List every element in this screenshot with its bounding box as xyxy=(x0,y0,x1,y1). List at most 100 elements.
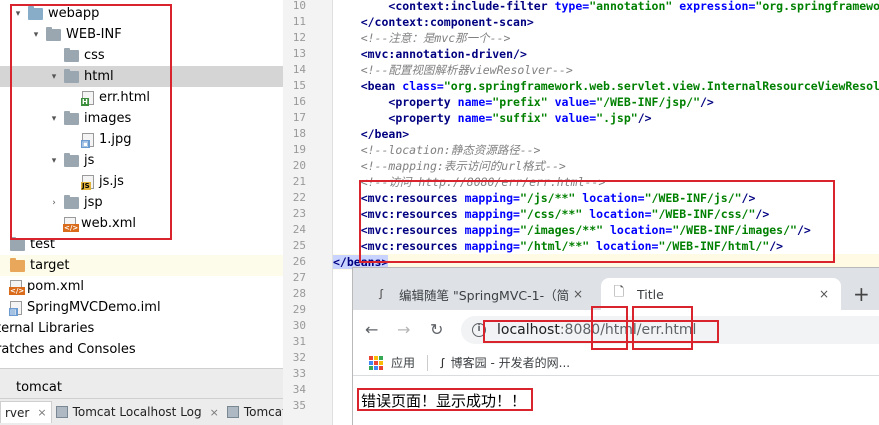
line-number: 18 xyxy=(292,127,306,140)
log-icon xyxy=(226,406,239,418)
line-number: 24 xyxy=(292,223,306,236)
line-number: 16 xyxy=(292,95,306,108)
forward-arrow-icon[interactable]: → xyxy=(397,321,410,339)
tree-item-html[interactable]: ▾ html xyxy=(0,66,283,87)
line-number: 14 xyxy=(292,63,306,76)
line-number: 25 xyxy=(292,239,306,252)
close-icon[interactable]: × xyxy=(815,287,833,301)
tree-item-test[interactable]: test xyxy=(0,234,283,255)
code-line[interactable]: <bean class="org.springframework.web.ser… xyxy=(333,78,879,94)
back-arrow-icon[interactable]: ← xyxy=(365,321,378,339)
line-number: 19 xyxy=(292,143,306,156)
tree-item-label: WEB-INF xyxy=(66,27,122,42)
browser-tab-title: Title xyxy=(637,286,664,302)
tree-item-webapp[interactable]: ▾ webapp xyxy=(0,3,283,24)
tree-item-label: js xyxy=(84,153,95,168)
code-line[interactable]: <!--配置视图解析器viewResolver--> xyxy=(333,62,879,78)
chevron-right-icon[interactable]: › xyxy=(48,198,60,208)
new-tab-button[interactable]: + xyxy=(853,284,870,304)
bookmark-divider xyxy=(427,354,429,371)
run-tab-tomcat-localhost-log[interactable]: Tomcat Localhost Log × xyxy=(52,401,223,423)
chevron-down-icon[interactable]: ▾ xyxy=(12,9,24,19)
tree-item-label: web.xml xyxy=(81,216,136,231)
line-number: 12 xyxy=(292,31,306,44)
line-number: 27 xyxy=(292,271,306,284)
close-icon[interactable]: × xyxy=(37,406,46,419)
tree-item-target[interactable]: target xyxy=(0,255,283,276)
info-icon[interactable]: i xyxy=(472,323,486,337)
line-number: 26 xyxy=(292,255,306,268)
tree-item-label: test xyxy=(30,237,55,252)
chevron-down-icon[interactable]: ▾ xyxy=(48,114,60,124)
bookmark-apps[interactable]: 应用 xyxy=(391,354,415,371)
code-line[interactable]: <property name="suffix" value=".jsp"/> xyxy=(333,110,879,126)
html-file-icon: H xyxy=(81,90,94,106)
tree-item-js-js[interactable]: JS js.js xyxy=(0,171,283,192)
project-tree: ▾ webapp ▾ WEB-INF css ▾ html Herr.html ▾ images ▣… xyxy=(0,0,283,368)
tree-item-label: css xyxy=(84,48,105,63)
tree-item-js[interactable]: ▾ js xyxy=(0,150,283,171)
tree-item-label: js.js xyxy=(99,174,124,189)
tree-item-jsp[interactable]: › jsp xyxy=(0,192,283,213)
chevron-down-icon[interactable]: ▾ xyxy=(48,72,60,82)
address-bar[interactable]: i localhost:8080/html/err.html xyxy=(461,316,879,344)
line-number: 22 xyxy=(292,191,306,204)
reload-icon[interactable]: ↻ xyxy=(430,321,443,339)
tree-item-label: jsp xyxy=(84,195,103,210)
code-line[interactable]: <mvc:resources mapping="/js/**" location… xyxy=(333,190,879,206)
chevron-down-icon[interactable]: ▾ xyxy=(48,156,60,166)
tree-item-ternal-libraries[interactable]: ternal Libraries xyxy=(0,318,283,339)
tree-item-1-jpg[interactable]: ▣ 1.jpg xyxy=(0,129,283,150)
tree-item-label: webapp xyxy=(48,6,100,21)
code-line[interactable]: <property name="prefix" value="/WEB-INF/… xyxy=(333,94,879,110)
browser-tab-strip: ꭍ 编辑随笔 "SpringMVC-1-（简介 × 🗋 Title × + xyxy=(353,268,879,310)
close-icon[interactable]: × xyxy=(569,287,587,301)
browser-toolbar: ← → ↻ i localhost:8080/html/err.html xyxy=(353,310,879,350)
code-line[interactable]: <context:include-filter type="annotation… xyxy=(333,0,879,14)
image-file-icon: ▣ xyxy=(81,132,94,148)
blog-favicon-icon: ꭍ xyxy=(440,356,445,372)
code-line[interactable]: </context:component-scan> xyxy=(333,14,879,30)
run-tab-rver[interactable]: rver × xyxy=(0,401,52,423)
tree-item-label: ratches and Consoles xyxy=(0,342,136,357)
code-line[interactable]: <!--注意：是mvc那一个--> xyxy=(333,30,879,46)
line-number: 11 xyxy=(292,15,306,28)
tree-item-images[interactable]: ▾ images xyxy=(0,108,283,129)
code-line[interactable]: <!--location:静态资源路径--> xyxy=(333,142,879,158)
apps-grid-icon[interactable] xyxy=(369,355,383,370)
tree-item-springmvcdemo-iml[interactable]: ▤ SpringMVCDemo.iml xyxy=(0,297,283,318)
tree-item-pom-xml[interactable]: </> pom.xml xyxy=(0,276,283,297)
tree-item-css[interactable]: css xyxy=(0,45,283,66)
xml-file-icon: </> xyxy=(63,216,80,232)
browser-tab-title-page[interactable]: 🗋 Title × xyxy=(601,278,841,310)
log-icon xyxy=(55,406,68,418)
code-line[interactable]: <mvc:resources mapping="/html/**" locati… xyxy=(333,238,879,254)
bookmarks-bar: 应用 ꭍ 博客园 - 开发者的网... xyxy=(353,350,879,376)
tree-item-web-inf[interactable]: ▾ WEB-INF xyxy=(0,24,283,45)
browser-tab-title: 编辑随笔 "SpringMVC-1-（简介 xyxy=(399,287,569,303)
tree-item-ratches-and-consoles[interactable]: ratches and Consoles xyxy=(0,339,283,360)
iml-file-icon: ▤ xyxy=(9,300,22,316)
code-line[interactable]: <!--访问 http://8080/err/err.html--> xyxy=(333,174,879,190)
line-number: 35 xyxy=(292,399,306,412)
code-line[interactable]: <mvc:annotation-driven/> xyxy=(333,46,879,62)
run-tab-label: Tomcat Localhost Log xyxy=(72,405,202,419)
bookmark-cnblogs[interactable]: 博客园 - 开发者的网... xyxy=(451,354,570,371)
code-line[interactable]: <!--mapping:表示访问的url格式--> xyxy=(333,158,879,174)
line-number: 30 xyxy=(292,319,306,332)
folder-icon xyxy=(10,257,25,272)
code-line[interactable]: <mvc:resources mapping="/images/**" loca… xyxy=(333,222,879,238)
tree-item-web-xml[interactable]: </> web.xml xyxy=(0,213,283,234)
code-line[interactable]: <mvc:resources mapping="/css/**" locatio… xyxy=(333,206,879,222)
run-config-name[interactable]: tomcat xyxy=(16,380,62,395)
close-icon[interactable]: × xyxy=(210,406,219,419)
line-number: 21 xyxy=(292,175,306,188)
chevron-down-icon[interactable]: ▾ xyxy=(30,30,42,40)
folder-icon xyxy=(64,152,79,167)
browser-tab-blog[interactable]: ꭍ 编辑随笔 "SpringMVC-1-（简介 × xyxy=(363,278,595,310)
url-text[interactable]: localhost:8080/html/err.html xyxy=(497,322,696,338)
folder-icon xyxy=(46,26,61,41)
code-line[interactable]: </bean> xyxy=(333,126,879,142)
tree-item-err-html[interactable]: Herr.html xyxy=(0,87,283,108)
page-message: 错误页面！显示成功！！ xyxy=(361,392,527,410)
